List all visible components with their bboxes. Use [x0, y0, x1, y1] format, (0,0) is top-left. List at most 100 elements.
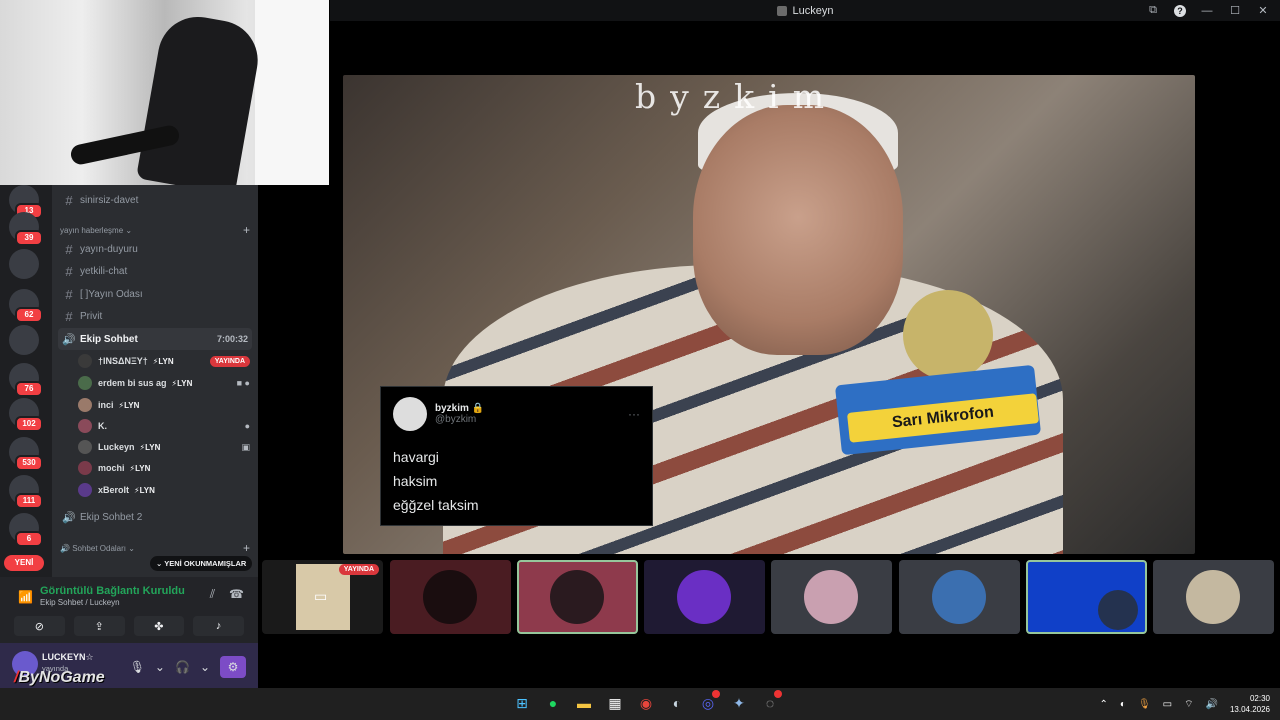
new-unread-button[interactable]: YENİ — [4, 555, 44, 571]
microphone-icon[interactable]: 🎙 — [130, 660, 145, 674]
steam-tray-icon[interactable]: ◐ — [1120, 699, 1126, 710]
avatar — [1186, 570, 1240, 624]
volume-icon[interactable]: 🔊 — [1206, 699, 1218, 710]
bynogame-logo: /ByNoGame — [14, 669, 105, 686]
gaming-chair — [135, 10, 265, 185]
channel-yayin-odasi[interactable]: # [ ]Yayın Odası — [58, 283, 252, 305]
server-icon[interactable]: 102 — [9, 398, 43, 432]
channel-name: Ekip Sohbet — [80, 333, 138, 345]
voice-status-subtitle[interactable]: Ekip Sohbet / Luckeyn — [40, 598, 120, 607]
network-app-icon[interactable]: ✦ — [729, 692, 749, 714]
participant-tile-stream[interactable]: ▭ YAYINDA — [262, 560, 383, 634]
participant-tile-camera[interactable] — [1026, 560, 1147, 634]
avatar — [78, 354, 92, 368]
add-channel-icon[interactable]: + — [243, 541, 250, 555]
signal-icon[interactable]: 📶 — [18, 590, 33, 604]
hash-icon: # — [65, 308, 73, 324]
user-panel: LUCKEYN☆ yayında /ByNoGame 🎙 ⌄ 🎧 ⌄ ⚙ — [0, 643, 258, 688]
server-icon[interactable]: 6 — [9, 513, 43, 547]
voice-channel-ekip-sohbet-2[interactable]: 🔊 Ekip Sohbet 2 — [58, 506, 252, 528]
stream-video[interactable]: Sarı Mikrofon byzkim byzkim 🔒 @byzkim ··… — [343, 75, 1195, 554]
chevron-down-icon[interactable]: ⌄ — [200, 660, 210, 674]
windows-start-icon[interactable]: ⊞ — [512, 692, 532, 714]
hash-icon: # — [65, 192, 73, 208]
chevron-down-icon[interactable]: ⌄ — [155, 660, 165, 674]
server-icon[interactable] — [9, 325, 39, 355]
server-icon[interactable]: 76 — [9, 363, 43, 397]
maximize-button[interactable]: ☐ — [1228, 4, 1242, 17]
server-icon[interactable] — [9, 249, 39, 279]
wifi-icon[interactable]: ⌔ — [1184, 698, 1193, 711]
channel-list: # sinirsiz-davet yayın haberleşme ⌄ + # yay… — [52, 185, 258, 580]
participant-tile[interactable] — [1153, 560, 1274, 634]
unread-badge: 530 — [15, 455, 43, 471]
category-yayin-haberlesme[interactable]: yayın haberleşme ⌄ + — [60, 223, 250, 237]
file-explorer-icon[interactable]: ▬ — [574, 692, 594, 714]
participant-tile[interactable] — [771, 560, 892, 634]
server-icon[interactable]: 13 — [9, 185, 43, 219]
chrome-icon[interactable]: ◉ — [636, 692, 656, 714]
soundboard-button[interactable]: ♪ — [193, 616, 244, 636]
channel-sinirsiz-davet[interactable]: # sinirsiz-davet — [58, 189, 252, 211]
noise-suppression-icon[interactable]: ⫽ — [210, 587, 215, 602]
participant-tile[interactable] — [644, 560, 765, 634]
participant-tile-speaking[interactable] — [517, 560, 638, 634]
hash-icon: # — [65, 241, 73, 257]
microphone-tray-icon[interactable]: 🎙 — [1138, 699, 1151, 710]
add-channel-icon[interactable]: + — [243, 223, 250, 237]
activities-button[interactable]: ✤ — [133, 616, 185, 636]
channel-yayin-duyuru[interactable]: # yayın-duyuru — [58, 238, 252, 260]
new-unread-pill[interactable]: ⌄ YENİ OKUNMAMIŞLAR — [150, 556, 253, 571]
disconnect-icon[interactable]: ☎ — [229, 587, 244, 602]
hash-icon: # — [65, 286, 73, 302]
participant-tile[interactable] — [899, 560, 1020, 634]
clock[interactable]: 02:30 13.04.2026 — [1230, 693, 1270, 715]
server-icon[interactable]: 530 — [9, 437, 43, 471]
voice-timer: 7:00:32 — [216, 334, 248, 344]
server-icon[interactable]: 62 — [9, 289, 43, 323]
close-button[interactable]: ✕ — [1256, 4, 1270, 17]
lyn-tag: ⚡LYN — [118, 400, 140, 410]
tweet-author: byzkim 🔒 @byzkim — [435, 403, 484, 425]
steam-icon[interactable]: ◐ — [667, 692, 687, 714]
help-icon[interactable]: ? — [1174, 4, 1186, 17]
voice-channel-ekip-sohbet[interactable]: 🔊 Ekip Sohbet 7:00:32 — [58, 328, 252, 350]
voice-user[interactable]: †ΙΝЅΔΝΞΥ† ⚡LYN YAYINDA — [78, 351, 250, 371]
video-camera-icon: ■ ● — [236, 378, 250, 388]
popout-icon[interactable]: ⧉ — [1146, 4, 1160, 17]
tweet-handle: @byzkim — [435, 414, 477, 425]
participant-strip: ▭ YAYINDA — [262, 560, 1280, 635]
channel-yetkili-chat[interactable]: # yetkili-chat — [58, 260, 252, 282]
channel-privit[interactable]: # Privit — [58, 305, 252, 327]
voice-user[interactable]: erdem bi sus ag ⚡LYN ■ ● — [78, 373, 250, 393]
window-light — [255, 0, 329, 185]
avatar — [78, 440, 92, 454]
headphones-icon[interactable]: 🎧 — [175, 660, 190, 674]
recording-app-icon[interactable]: ◌ — [760, 690, 782, 714]
display-icon[interactable]: ▭ — [1163, 699, 1172, 710]
screen-share-button[interactable]: ⇪ — [73, 616, 125, 636]
minimize-button[interactable]: — — [1200, 5, 1214, 17]
channel-name: Privit — [80, 310, 103, 322]
store-icon[interactable]: ▦ — [605, 692, 625, 714]
avatar — [932, 570, 986, 624]
gear-icon[interactable]: ⚙ — [220, 656, 246, 678]
voice-user[interactable]: inci ⚡LYN — [78, 395, 250, 415]
voice-user[interactable]: Luckeyn ⚡LYN ▣ — [78, 437, 250, 457]
server-icon[interactable]: 111 — [9, 475, 43, 509]
speaker-icon: 🔊 — [60, 543, 73, 553]
category-sohbet-odalari[interactable]: 🔊 Sohbet Odaları ⌄ + — [60, 541, 250, 555]
voice-user[interactable]: K. ● — [78, 416, 250, 436]
lyn-tag: ⚡LYN — [129, 463, 151, 473]
voice-user[interactable]: xBeroIt ⚡LYN — [78, 480, 250, 500]
voice-panel-icons: ⫽ ☎ — [210, 587, 244, 602]
discord-icon[interactable]: ◎ — [698, 690, 720, 714]
spotify-icon[interactable]: ● — [543, 692, 563, 714]
chevron-up-icon[interactable]: ⌃ — [1100, 699, 1108, 710]
camera-off-button[interactable]: ⊘ — [14, 616, 65, 636]
webcam-overlay — [0, 0, 329, 185]
participant-tile[interactable] — [390, 560, 511, 634]
title-bar: Luckeyn ⧉ ? — ☐ ✕ — [330, 0, 1280, 21]
voice-user[interactable]: mochi ⚡LYN — [78, 458, 250, 478]
server-icon[interactable]: 39 — [9, 212, 43, 246]
